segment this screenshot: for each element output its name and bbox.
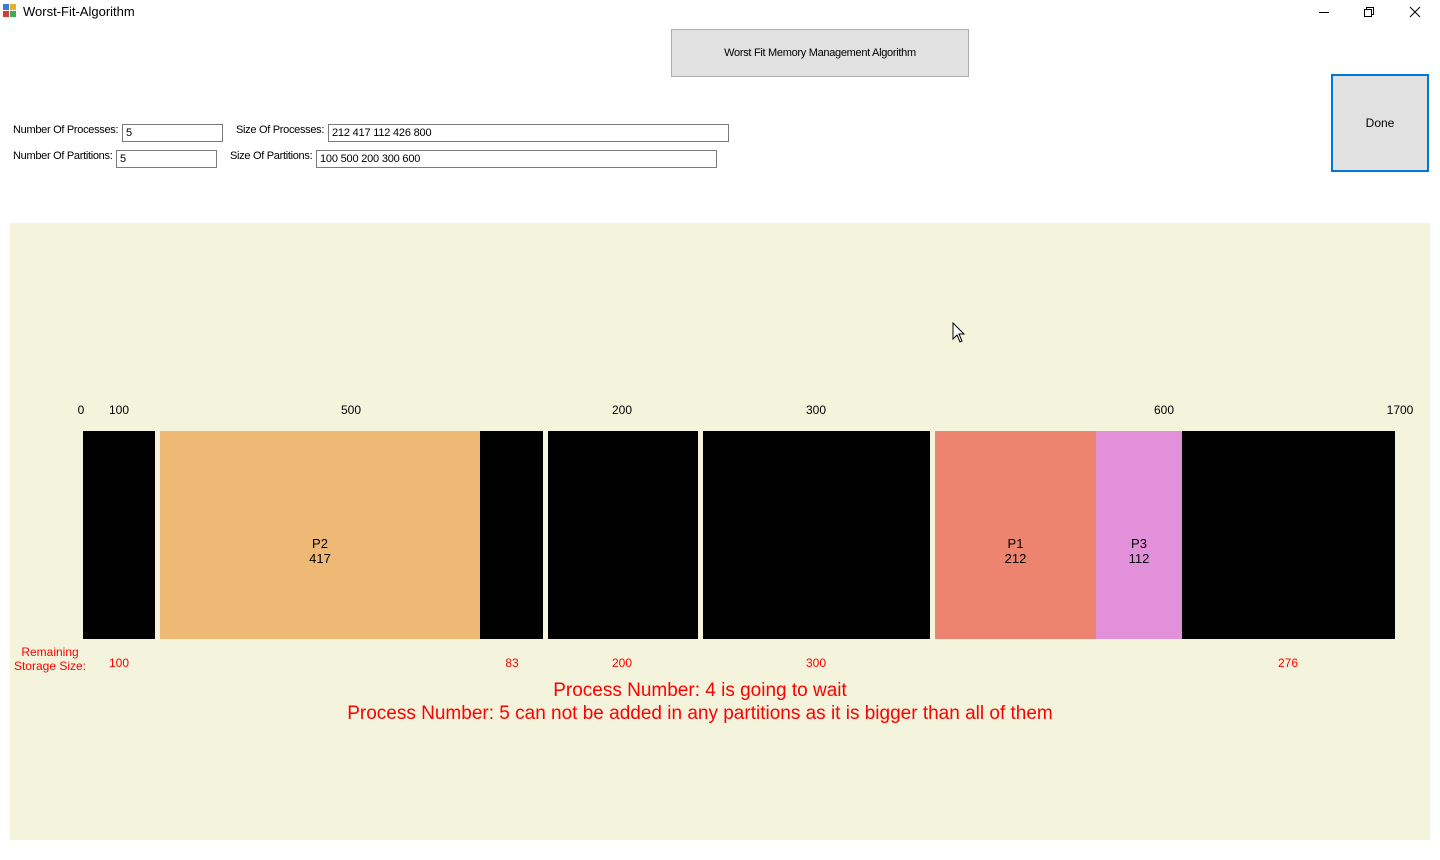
process-label: P1 212 [935,536,1096,566]
partition-size-label: 300 [805,403,827,417]
remaining-size-value: 300 [805,656,827,670]
memory-end-label: 1700 [1386,403,1414,417]
minimize-button[interactable] [1301,0,1347,24]
remaining-size-value: 276 [1277,656,1299,670]
free-space-block [480,431,543,639]
close-button[interactable] [1392,0,1438,24]
error-message: Process Number: 5 can not be added in an… [347,703,1053,724]
process-name: P1 [1007,536,1024,551]
process-size: 112 [1128,551,1150,566]
num-processes-label: Number Of Processes: [13,124,119,136]
partition-size-label: 600 [1153,403,1175,417]
process-label: P2 417 [160,536,480,566]
partition-size-label: 500 [340,403,362,417]
mouse-cursor-icon [952,322,966,343]
restore-button[interactable] [1346,0,1392,24]
restore-icon [1364,7,1374,17]
size-partitions-input[interactable]: 100 500 200 300 600 [316,150,717,168]
partition-size-label: 200 [611,403,633,417]
remaining-storage-title: Remaining Storage Size: [13,645,87,673]
process-name: P2 [312,536,328,551]
process-size: 417 [309,551,331,566]
close-icon [1409,6,1421,18]
free-space-block [83,431,155,639]
remaining-size-value: 200 [611,656,633,670]
size-processes-input[interactable]: 212 417 112 426 800 [328,124,729,142]
num-partitions-input[interactable]: 5 [116,150,217,168]
num-partitions-label: Number Of Partitions: [13,150,113,162]
free-space-block [703,431,930,639]
allocated-process-block: P1 212 [935,431,1096,639]
remaining-size-value: 100 [108,656,130,670]
memory-start-label: 0 [77,403,85,417]
app-icon [3,4,18,19]
remaining-size-value: 83 [505,656,519,670]
done-button[interactable]: Done [1331,74,1429,172]
algorithm-title-button[interactable]: Worst Fit Memory Management Algorithm [671,29,969,77]
wait-message: Process Number: 4 is going to wait [553,680,847,701]
size-partitions-label: Size Of Partitions: [230,150,313,162]
title-bar: Worst-Fit-Algorithm [0,0,1440,24]
free-space-block [1182,431,1395,639]
window-title: Worst-Fit-Algorithm [23,4,135,19]
allocated-process-block: P2 417 [160,431,480,639]
allocated-process-block: P3 112 [1096,431,1182,639]
partition-size-label: 100 [108,403,130,417]
free-space-block [548,431,698,639]
num-processes-input[interactable]: 5 [122,124,223,142]
minimize-icon [1319,12,1329,13]
process-label: P3 112 [1096,536,1182,566]
size-processes-label: Size Of Processes: [236,124,325,136]
process-name: P3 [1131,536,1147,551]
process-size: 212 [1004,551,1027,566]
